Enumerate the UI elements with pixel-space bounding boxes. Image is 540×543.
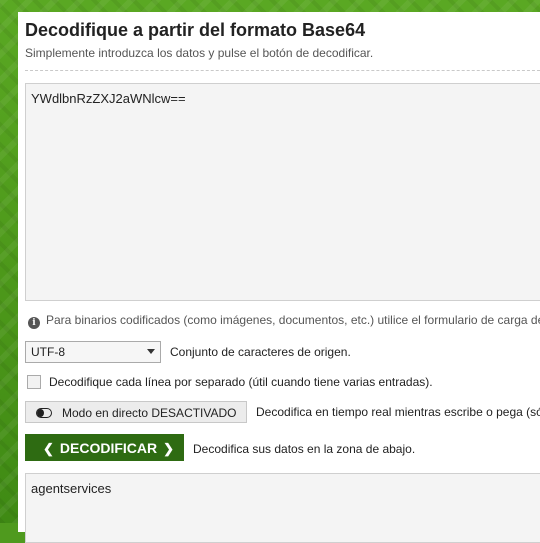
chevron-down-icon [147, 349, 155, 354]
binary-info: i Para binarios codificados (como imágene… [28, 313, 540, 329]
charset-select[interactable]: UTF-8 [25, 341, 161, 363]
info-icon: i [28, 317, 40, 329]
page-subtitle: Simplemente introduzca los datos y pulse… [25, 46, 374, 60]
live-mode-button[interactable]: Modo en directo DESACTIVADO [25, 401, 247, 423]
per-line-checkbox[interactable] [27, 375, 41, 389]
binary-info-text: Para binarios codificados (como imágenes… [46, 313, 540, 327]
decoded-output[interactable]: agentservices [25, 473, 540, 543]
per-line-label: Decodifique cada línea por separado (úti… [49, 375, 433, 389]
live-mode-label: Modo en directo DESACTIVADO [62, 406, 237, 420]
decode-button-label: DECODIFICAR [59, 440, 158, 456]
toggle-icon [36, 408, 52, 418]
decode-description: Decodifica sus datos en la zona de abajo… [193, 442, 416, 456]
charset-label: Conjunto de caracteres de origen. [170, 345, 351, 359]
divider [25, 70, 540, 71]
live-mode-description: Decodifica en tiempo real mientras escri… [256, 405, 540, 419]
charset-selected-value: UTF-8 [31, 345, 65, 359]
decoder-panel: Decodifique a partir del formato Base64 … [18, 12, 540, 543]
page-title: Decodifique a partir del formato Base64 [25, 20, 366, 40]
chevron-right-icon: ❯ [163, 441, 175, 456]
chevron-left-icon: ❮ [43, 441, 54, 456]
base64-input[interactable]: YWdlbnRzZXJ2aWNlcw== [25, 83, 540, 301]
decode-button[interactable]: ❮ DECODIFICAR ❯ [25, 434, 184, 461]
